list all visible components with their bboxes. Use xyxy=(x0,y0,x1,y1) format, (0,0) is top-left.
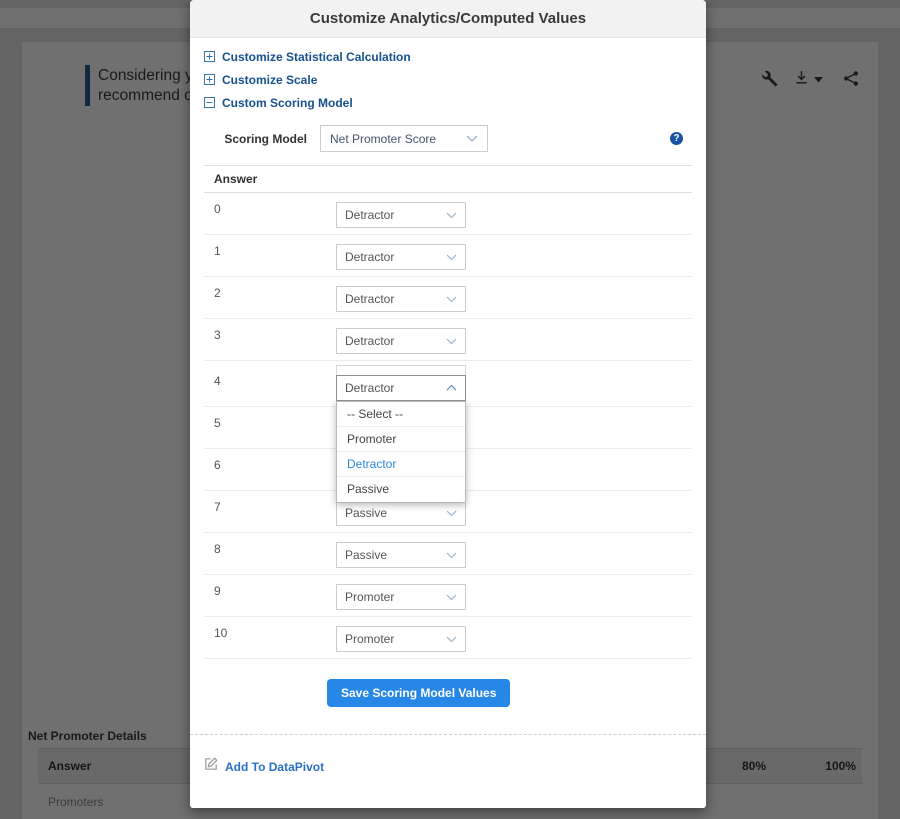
answer-label: 3 xyxy=(214,328,221,342)
select-value: Detractor xyxy=(345,292,394,306)
dropdown-option-select[interactable]: -- Select -- xyxy=(337,402,465,427)
answer-row-8: 8 Passive xyxy=(204,533,692,575)
help-icon[interactable]: ? xyxy=(670,132,683,145)
customize-analytics-modal: Customize Analytics/Computed Values Cust… xyxy=(190,0,706,808)
answer-label: 8 xyxy=(214,542,221,556)
answer-row-2: 2 Detractor xyxy=(204,277,692,319)
answer-label: 5 xyxy=(214,416,221,430)
section-customize-scale[interactable]: Customize Scale xyxy=(204,73,692,86)
chevron-down-icon xyxy=(446,552,457,558)
answer-row-10: 10 Promoter xyxy=(204,617,692,659)
chevron-down-icon xyxy=(446,254,457,260)
dropdown-option-detractor[interactable]: Detractor xyxy=(337,452,465,477)
select-value: Passive xyxy=(345,506,387,520)
select-value: Promoter xyxy=(345,590,394,604)
section-label[interactable]: Customize Scale xyxy=(222,73,317,87)
category-select[interactable]: Passive xyxy=(336,542,466,568)
section-customize-statistical-calculation[interactable]: Customize Statistical Calculation xyxy=(204,50,692,63)
select-value: Detractor xyxy=(345,334,394,348)
answer-label: 2 xyxy=(214,286,221,300)
category-select[interactable]: Promoter xyxy=(336,584,466,610)
plus-square-icon[interactable] xyxy=(204,51,215,62)
scoring-model-row: Scoring Model Net Promoter Score ? xyxy=(204,125,692,152)
chevron-down-icon xyxy=(446,594,457,600)
answer-column-header: Answer xyxy=(204,166,692,193)
add-to-datapivot-label: Add To DataPivot xyxy=(225,760,324,774)
answer-label: 7 xyxy=(214,500,221,514)
chevron-down-icon xyxy=(446,296,457,302)
save-button-container: Save Scoring Model Values xyxy=(204,679,692,707)
select-value: Passive xyxy=(345,548,387,562)
select-value: Detractor xyxy=(345,208,394,222)
answer-label: 4 xyxy=(214,374,221,388)
edit-square-icon xyxy=(204,757,218,776)
category-select[interactable]: Passive xyxy=(336,500,466,526)
scoring-model-label: Scoring Model xyxy=(204,132,307,146)
category-select[interactable]: Promoter xyxy=(336,626,466,652)
category-select[interactable]: Detractor xyxy=(336,286,466,312)
answer-label: 6 xyxy=(214,458,221,472)
answer-row-4: 4 Detractor -- Select -- Promoter Detrac… xyxy=(204,361,692,407)
answer-label: 1 xyxy=(214,244,221,258)
answer-label: 9 xyxy=(214,584,221,598)
modal-title: Customize Analytics/Computed Values xyxy=(190,0,706,38)
answer-label: 10 xyxy=(214,626,227,640)
section-label[interactable]: Custom Scoring Model xyxy=(222,96,353,110)
select-value: Detractor xyxy=(345,381,394,395)
chevron-up-icon xyxy=(446,385,457,391)
chevron-down-icon xyxy=(446,338,457,344)
save-scoring-model-button[interactable]: Save Scoring Model Values xyxy=(327,679,510,707)
chevron-down-icon xyxy=(446,636,457,642)
dropdown-option-promoter[interactable]: Promoter xyxy=(337,427,465,452)
select-value: Promoter xyxy=(345,632,394,646)
minus-square-icon[interactable] xyxy=(204,97,215,108)
modal-footer: Add To DataPivot xyxy=(204,735,692,776)
answer-row-9: 9 Promoter xyxy=(204,575,692,617)
answer-row-3: 3 Detractor xyxy=(204,319,692,361)
scoring-model-select[interactable]: Net Promoter Score xyxy=(320,125,488,152)
answer-row-1: 1 Detractor xyxy=(204,235,692,277)
category-select-open[interactable]: Detractor xyxy=(336,375,466,401)
section-custom-scoring-model[interactable]: Custom Scoring Model xyxy=(204,96,692,109)
answer-row-0: 0 Detractor xyxy=(204,193,692,235)
category-select[interactable]: Detractor xyxy=(336,328,466,354)
category-select[interactable]: Detractor xyxy=(336,202,466,228)
answer-label: 0 xyxy=(214,202,221,216)
chevron-down-icon xyxy=(466,135,478,142)
modal-body: Customize Statistical Calculation Custom… xyxy=(190,38,706,776)
dropdown-option-passive[interactable]: Passive xyxy=(337,477,465,502)
dropdown-option-list: -- Select -- Promoter Detractor Passive xyxy=(336,401,466,503)
select-value: Net Promoter Score xyxy=(330,132,436,146)
category-select[interactable]: Detractor xyxy=(336,244,466,270)
section-label[interactable]: Customize Statistical Calculation xyxy=(222,50,411,64)
plus-square-icon[interactable] xyxy=(204,74,215,85)
accordion-sections: Customize Statistical Calculation Custom… xyxy=(204,38,692,109)
chevron-down-icon xyxy=(446,212,457,218)
select-value: Detractor xyxy=(345,250,394,264)
add-to-datapivot-link[interactable]: Add To DataPivot xyxy=(204,757,324,776)
chevron-down-icon xyxy=(446,510,457,516)
